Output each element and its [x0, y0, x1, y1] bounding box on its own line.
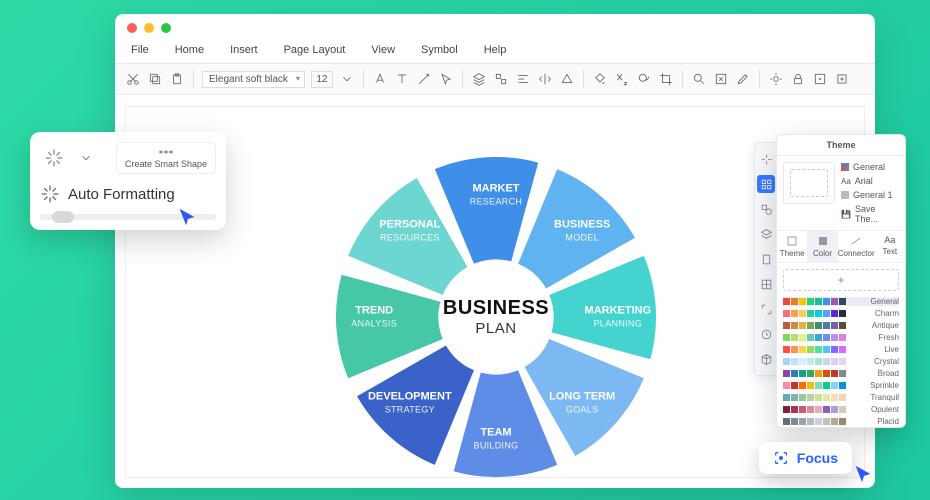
font-select[interactable]: Elegant soft black: [202, 71, 305, 88]
palette-list: General Charm Antique Fresh Live Crystal Broad…: [777, 297, 905, 427]
layers-tool-icon[interactable]: [757, 225, 775, 243]
cursor-icon: [176, 206, 198, 233]
subscript-icon[interactable]: [614, 71, 630, 87]
palette-row[interactable]: Charm: [783, 309, 899, 318]
palette-row[interactable]: Sprinkle: [783, 381, 899, 390]
zoom-icon[interactable]: [691, 71, 707, 87]
theme-preview-thumb[interactable]: [783, 162, 835, 204]
menu-file[interactable]: File: [131, 44, 149, 56]
preview-item[interactable]: AaArial: [841, 176, 899, 186]
menu-help[interactable]: Help: [484, 44, 507, 56]
font-size-input[interactable]: 12: [311, 71, 333, 88]
connector-icon[interactable]: [416, 71, 432, 87]
text-icon[interactable]: [394, 71, 410, 87]
theme-preview-list: General AaArial General 1 💾Save The...: [841, 162, 899, 224]
menu-view[interactable]: View: [371, 44, 395, 56]
preview-item[interactable]: 💾Save The...: [841, 204, 899, 224]
palette-row[interactable]: Opulent: [783, 405, 899, 414]
shapes-tool-icon[interactable]: [757, 200, 775, 218]
smart-shape-label: Create Smart Shape: [125, 159, 207, 169]
history-tool-icon[interactable]: [757, 325, 775, 343]
preview-item[interactable]: General 1: [841, 190, 899, 200]
fit-icon[interactable]: [713, 71, 729, 87]
expand-tool-icon[interactable]: [757, 300, 775, 318]
sparkle-tool-icon[interactable]: [757, 150, 775, 168]
menu-symbol[interactable]: Symbol: [421, 44, 458, 56]
focus-label: Focus: [797, 450, 838, 466]
export-icon[interactable]: [834, 71, 850, 87]
focus-button[interactable]: Focus: [759, 442, 852, 474]
table-tool-icon[interactable]: [757, 275, 775, 293]
font-color-icon[interactable]: [372, 71, 388, 87]
theme-icon[interactable]: [768, 71, 784, 87]
cursor-icon: [852, 463, 874, 490]
chevron-down-icon[interactable]: [339, 71, 355, 87]
add-palette-button[interactable]: +: [783, 269, 899, 291]
tab-text[interactable]: AaText: [875, 231, 905, 262]
palette-row[interactable]: Crystal: [783, 357, 899, 366]
menu-home[interactable]: Home: [175, 44, 204, 56]
tab-color[interactable]: Color: [807, 231, 837, 262]
shadow-icon[interactable]: [636, 71, 652, 87]
palette-row[interactable]: General: [783, 297, 899, 306]
lock-icon[interactable]: [790, 71, 806, 87]
cut-icon[interactable]: [125, 71, 141, 87]
paste-icon[interactable]: [169, 71, 185, 87]
auto-format-label: Auto Formatting: [68, 186, 175, 203]
crop-icon[interactable]: [658, 71, 674, 87]
pen-icon[interactable]: [735, 71, 751, 87]
chevron-down-icon[interactable]: [78, 150, 94, 166]
close-icon[interactable]: [127, 23, 137, 33]
palette-row[interactable]: Broad: [783, 369, 899, 378]
theme-panel: Theme General AaArial General 1 💾Save Th…: [776, 134, 906, 428]
palette-row[interactable]: Placid: [783, 417, 899, 426]
palette-row[interactable]: Live: [783, 345, 899, 354]
page-tool-icon[interactable]: [757, 250, 775, 268]
window-controls: [115, 14, 875, 42]
toolbar: Elegant soft black 12: [115, 63, 875, 95]
cube-tool-icon[interactable]: [757, 350, 775, 368]
donut-chart[interactable]: BUSINESS PLAN MARKETRESEARCHBUSINESSMODE…: [336, 157, 656, 477]
distribute-icon[interactable]: [537, 71, 553, 87]
group-icon[interactable]: [493, 71, 509, 87]
fill-icon[interactable]: [592, 71, 608, 87]
tab-connector[interactable]: Connector: [838, 231, 875, 262]
minimize-icon[interactable]: [144, 23, 154, 33]
shape-icon[interactable]: [559, 71, 575, 87]
menubar: File Home Insert Page Layout View Symbol…: [115, 42, 875, 63]
right-toolstrip: [754, 142, 778, 376]
tab-theme[interactable]: Theme: [777, 231, 807, 262]
preview-item[interactable]: General: [841, 162, 899, 172]
menu-page-layout[interactable]: Page Layout: [284, 44, 346, 56]
palette-row[interactable]: Tranquil: [783, 393, 899, 402]
copy-icon[interactable]: [147, 71, 163, 87]
menu-insert[interactable]: Insert: [230, 44, 258, 56]
select-icon[interactable]: [438, 71, 454, 87]
auto-format-panel: Create Smart Shape Auto Formatting: [30, 132, 226, 230]
sparkle-icon[interactable]: [40, 144, 68, 172]
theme-panel-title: Theme: [777, 135, 905, 156]
palette-row[interactable]: Fresh: [783, 333, 899, 342]
create-smart-shape-button[interactable]: Create Smart Shape: [116, 142, 216, 174]
maximize-icon[interactable]: [161, 23, 171, 33]
layers-icon[interactable]: [471, 71, 487, 87]
auto-formatting-button[interactable]: Auto Formatting: [40, 184, 216, 204]
grid-tool-icon[interactable]: [757, 175, 775, 193]
more-icon[interactable]: [812, 71, 828, 87]
palette-row[interactable]: Antique: [783, 321, 899, 330]
align-icon[interactable]: [515, 71, 531, 87]
